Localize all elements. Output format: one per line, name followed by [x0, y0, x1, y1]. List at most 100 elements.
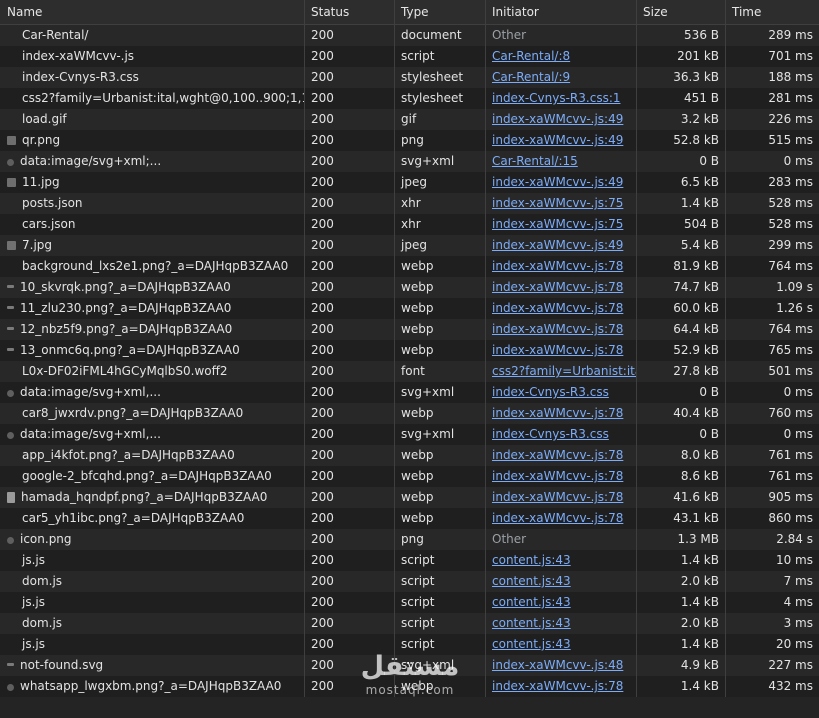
cell-name[interactable]: data:image/svg+xml,...	[0, 382, 305, 403]
cell-initiator[interactable]: index-Cvnys-R3.css:1	[486, 88, 637, 109]
cell-initiator[interactable]: Car-Rental/:9	[486, 67, 637, 88]
cell-initiator[interactable]: index-xaWMcvv-.js:49	[486, 109, 637, 130]
cell-initiator[interactable]: content.js:43	[486, 571, 637, 592]
cell-name[interactable]: 10_skvrqk.png?_a=DAJHqpB3ZAA0	[0, 277, 305, 298]
cell-name[interactable]: cars.json	[0, 214, 305, 235]
cell-initiator[interactable]: index-xaWMcvv-.js:78	[486, 487, 637, 508]
cell-initiator[interactable]: index-xaWMcvv-.js:48	[486, 655, 637, 676]
cell-name[interactable]: hamada_hqndpf.png?_a=DAJHqpB3ZAA0	[0, 487, 305, 508]
cell-name[interactable]: qr.png	[0, 130, 305, 151]
cell-name[interactable]: js.js	[0, 550, 305, 571]
cell-name[interactable]: not-found.svg	[0, 655, 305, 676]
cell-name[interactable]: 11.jpg	[0, 172, 305, 193]
table-row[interactable]: js.js 200 script content.js:43 1.4 kB 10 ms	[0, 550, 819, 571]
cell-initiator[interactable]: index-Cvnys-R3.css	[486, 424, 637, 445]
cell-initiator[interactable]: index-xaWMcvv-.js:75	[486, 214, 637, 235]
cell-initiator[interactable]: index-xaWMcvv-.js:78	[486, 319, 637, 340]
table-row[interactable]: google-2_bfcqhd.png?_a=DAJHqpB3ZAA0 200 we…	[0, 466, 819, 487]
table-row[interactable]: css2?family=Urbanist:ital,wght@0,100..90…	[0, 88, 819, 109]
table-row[interactable]: js.js 200 script content.js:43 1.4 kB 4 ms	[0, 592, 819, 613]
initiator-link[interactable]: index-xaWMcvv-.js:49	[492, 112, 623, 126]
table-row[interactable]: 10_skvrqk.png?_a=DAJHqpB3ZAA0 200 webp inde…	[0, 277, 819, 298]
table-row[interactable]: posts.json 200 xhr index-xaWMcvv-.js:75 1.4 …	[0, 193, 819, 214]
cell-initiator[interactable]: content.js:43	[486, 634, 637, 655]
initiator-link[interactable]: Car-Rental/:15	[492, 154, 578, 168]
table-row[interactable]: data:image/svg+xml;... 200 svg+xml Car-Rent…	[0, 151, 819, 172]
column-header-type[interactable]: Type	[395, 0, 486, 24]
cell-name[interactable]: js.js	[0, 634, 305, 655]
cell-name[interactable]: data:image/svg+xml,...	[0, 424, 305, 445]
initiator-link[interactable]: content.js:43	[492, 553, 571, 567]
cell-initiator[interactable]: index-xaWMcvv-.js:78	[486, 256, 637, 277]
cell-name[interactable]: dom.js	[0, 613, 305, 634]
initiator-link[interactable]: index-xaWMcvv-.js:78	[492, 511, 623, 525]
cell-name[interactable]: posts.json	[0, 193, 305, 214]
cell-initiator[interactable]: content.js:43	[486, 592, 637, 613]
cell-initiator[interactable]: index-xaWMcvv-.js:78	[486, 298, 637, 319]
cell-name[interactable]: L0x-DF02iFML4hGCyMqlbS0.woff2	[0, 361, 305, 382]
initiator-link[interactable]: index-xaWMcvv-.js:78	[492, 448, 623, 462]
table-row[interactable]: 13_onmc6q.png?_a=DAJHqpB3ZAA0 200 webp inde…	[0, 340, 819, 361]
initiator-link[interactable]: index-xaWMcvv-.js:49	[492, 175, 623, 189]
table-row[interactable]: hamada_hqndpf.png?_a=DAJHqpB3ZAA0 200 webp…	[0, 487, 819, 508]
initiator-link[interactable]: index-xaWMcvv-.js:75	[492, 217, 623, 231]
initiator-link[interactable]: index-xaWMcvv-.js:78	[492, 490, 623, 504]
initiator-link[interactable]: Car-Rental/:9	[492, 70, 570, 84]
initiator-link[interactable]: index-xaWMcvv-.js:75	[492, 196, 623, 210]
table-row[interactable]: cars.json 200 xhr index-xaWMcvv-.js:75 504 B…	[0, 214, 819, 235]
cell-initiator[interactable]: index-xaWMcvv-.js:49	[486, 130, 637, 151]
column-header-size[interactable]: Size	[637, 0, 726, 24]
table-row[interactable]: icon.png 200 png Other 1.3 MB 2.84 s	[0, 529, 819, 550]
initiator-link[interactable]: content.js:43	[492, 637, 571, 651]
table-row[interactable]: dom.js 200 script content.js:43 2.0 kB 3 ms	[0, 613, 819, 634]
table-row[interactable]: index-Cvnys-R3.css 200 stylesheet Car-Renta…	[0, 67, 819, 88]
cell-initiator[interactable]: index-xaWMcvv-.js:49	[486, 235, 637, 256]
cell-name[interactable]: car8_jwxrdv.png?_a=DAJHqpB3ZAA0	[0, 403, 305, 424]
table-row[interactable]: background_lxs2e1.png?_a=DAJHqpB3ZAA0 200…	[0, 256, 819, 277]
table-row[interactable]: data:image/svg+xml,... 200 svg+xml index-Cv…	[0, 382, 819, 403]
table-row[interactable]: 7.jpg 200 jpeg index-xaWMcvv-.js:49 5.4 kB 29…	[0, 235, 819, 256]
cell-name[interactable]: index-xaWMcvv-.js	[0, 46, 305, 67]
initiator-link[interactable]: Car-Rental/:8	[492, 49, 570, 63]
initiator-link[interactable]: index-xaWMcvv-.js:78	[492, 469, 623, 483]
initiator-link[interactable]: content.js:43	[492, 616, 571, 630]
cell-initiator[interactable]: index-xaWMcvv-.js:78	[486, 277, 637, 298]
table-row[interactable]: 11_zlu230.png?_a=DAJHqpB3ZAA0 200 webp inde…	[0, 298, 819, 319]
table-row[interactable]: car8_jwxrdv.png?_a=DAJHqpB3ZAA0 200 webp in…	[0, 403, 819, 424]
cell-name[interactable]: css2?family=Urbanist:ital,wght@0,100..90…	[0, 88, 305, 109]
initiator-link[interactable]: content.js:43	[492, 574, 571, 588]
cell-initiator[interactable]: Car-Rental/:15	[486, 151, 637, 172]
table-row[interactable]: index-xaWMcvv-.js 200 script Car-Rental/:8 2…	[0, 46, 819, 67]
cell-initiator[interactable]: css2?family=Urbanist:ital,wg	[486, 361, 637, 382]
cell-name[interactable]: index-Cvnys-R3.css	[0, 67, 305, 88]
cell-initiator[interactable]: index-xaWMcvv-.js:78	[486, 403, 637, 424]
cell-name[interactable]: dom.js	[0, 571, 305, 592]
initiator-link[interactable]: index-Cvnys-R3.css	[492, 427, 609, 441]
cell-name[interactable]: 11_zlu230.png?_a=DAJHqpB3ZAA0	[0, 298, 305, 319]
table-row[interactable]: load.gif 200 gif index-xaWMcvv-.js:49 3.2 kB…	[0, 109, 819, 130]
table-row[interactable]: not-found.svg 200 svg+xml index-xaWMcvv-.js…	[0, 655, 819, 676]
cell-name[interactable]: car5_yh1ibc.png?_a=DAJHqpB3ZAA0	[0, 508, 305, 529]
cell-initiator[interactable]: index-xaWMcvv-.js:78	[486, 340, 637, 361]
column-header-time[interactable]: Time	[726, 0, 819, 24]
cell-name[interactable]: data:image/svg+xml;...	[0, 151, 305, 172]
initiator-link[interactable]: index-xaWMcvv-.js:78	[492, 259, 623, 273]
cell-name[interactable]: background_lxs2e1.png?_a=DAJHqpB3ZAA0	[0, 256, 305, 277]
initiator-link[interactable]: index-xaWMcvv-.js:49	[492, 133, 623, 147]
initiator-link[interactable]: index-Cvnys-R3.css	[492, 385, 609, 399]
column-header-initiator[interactable]: Initiator	[486, 0, 637, 24]
table-row[interactable]: 12_nbz5f9.png?_a=DAJHqpB3ZAA0 200 webp inde…	[0, 319, 819, 340]
initiator-link[interactable]: index-xaWMcvv-.js:78	[492, 301, 623, 315]
table-row[interactable]: qr.png 200 png index-xaWMcvv-.js:49 52.8 kB 5…	[0, 130, 819, 151]
cell-name[interactable]: js.js	[0, 592, 305, 613]
initiator-link[interactable]: css2?family=Urbanist:ital,wg	[492, 364, 636, 378]
initiator-link[interactable]: index-xaWMcvv-.js:78	[492, 322, 623, 336]
cell-initiator[interactable]: index-xaWMcvv-.js:49	[486, 172, 637, 193]
cell-name[interactable]: 7.jpg	[0, 235, 305, 256]
table-row[interactable]: js.js 200 script content.js:43 1.4 kB 20 ms	[0, 634, 819, 655]
table-row[interactable]: L0x-DF02iFML4hGCyMqlbS0.woff2 200 font css2…	[0, 361, 819, 382]
table-row[interactable]: car5_yh1ibc.png?_a=DAJHqpB3ZAA0 200 webp in…	[0, 508, 819, 529]
cell-name[interactable]: whatsapp_lwgxbm.png?_a=DAJHqpB3ZAA0	[0, 676, 305, 697]
table-row[interactable]: data:image/svg+xml,... 200 svg+xml index-Cv…	[0, 424, 819, 445]
initiator-link[interactable]: index-xaWMcvv-.js:78	[492, 343, 623, 357]
